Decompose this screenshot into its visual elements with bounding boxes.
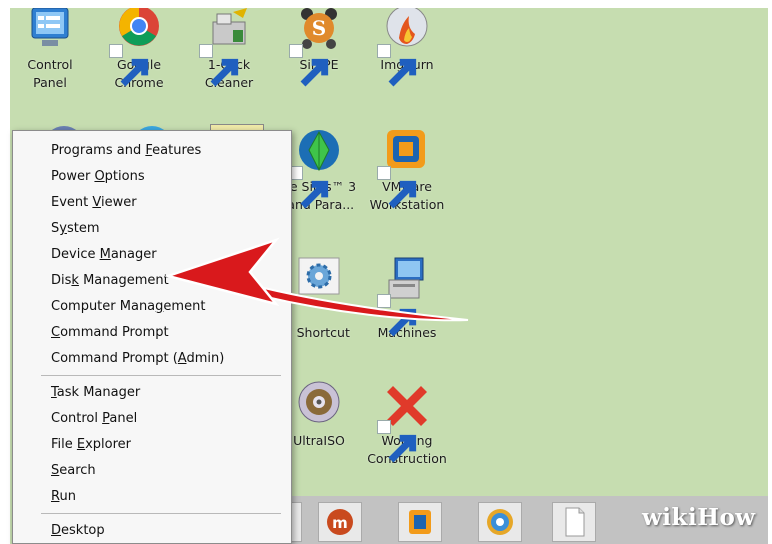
menu-item-disk-management[interactable]: Disk Management (13, 269, 289, 293)
control-panel-icon (31, 8, 69, 46)
shortcut-arrow-icon (377, 166, 417, 209)
menu-item-control-panel[interactable]: Control Panel (13, 407, 289, 431)
taskbar-button-document[interactable] (552, 502, 596, 542)
screenshot: Control Panel Google Chrome 1-Click Clea… (0, 0, 772, 544)
menu-item-search[interactable]: Search (13, 459, 289, 483)
menu-item-computer-management[interactable]: Computer Management (13, 295, 289, 319)
icon-label: Control Panel (27, 57, 73, 90)
shortcut-arrow-icon (377, 294, 417, 337)
menu-item-file-explorer[interactable]: File Explorer (13, 433, 289, 457)
menu-separator (41, 513, 281, 514)
wikihow-watermark: wikiHow (632, 498, 768, 538)
shortcut-arrow-icon (377, 420, 417, 463)
taskbar-button-browser[interactable] (478, 502, 522, 542)
shortcut-arrow-icon (377, 44, 417, 87)
desktop-icon-machines[interactable]: Machines (362, 254, 452, 342)
disc-icon (298, 381, 340, 423)
menu-item-programs-and-features[interactable]: Programs and Features (13, 139, 289, 163)
watermark-text: wikiHow (642, 504, 756, 531)
media-player-icon: m (327, 509, 353, 535)
menu-item-system[interactable]: System (13, 217, 289, 241)
shortcut-arrow-icon (289, 44, 329, 87)
menu-item-command-prompt[interactable]: Command Prompt (13, 321, 289, 345)
menu-separator (41, 375, 281, 376)
taskbar-button-media[interactable]: m (318, 502, 362, 542)
menu-item-desktop[interactable]: Desktop (13, 519, 289, 543)
menu-item-device-manager[interactable]: Device Manager (13, 243, 289, 267)
desktop-icon-1-click-cleaner[interactable]: 1-Click Cleaner (184, 8, 274, 92)
desktop-icon-google-chrome[interactable]: Google Chrome (94, 8, 184, 92)
orange-app-icon (409, 510, 431, 534)
document-icon (565, 507, 585, 537)
desktop-icon-vmware[interactable]: VMware Workstation (362, 126, 452, 214)
menu-item-power-options[interactable]: Power Options (13, 165, 289, 189)
svg-text:S: S (312, 16, 326, 40)
taskbar-button-orange[interactable] (398, 502, 442, 542)
start-context-menu: Programs and Features Power Options Even… (12, 130, 292, 544)
svg-text:m: m (332, 514, 348, 532)
desktop-icon-imgburn[interactable]: ImgBurn (362, 8, 452, 87)
menu-item-run[interactable]: Run (13, 485, 289, 509)
shortcut-arrow-icon (199, 44, 239, 87)
desktop-icon-working-construction[interactable]: Working Construction (362, 380, 452, 468)
desktop-icon-simpe[interactable]: S SimPE (274, 8, 364, 87)
browser-icon (487, 509, 513, 535)
menu-item-task-manager[interactable]: Task Manager (13, 381, 289, 405)
shortcut-arrow-icon (109, 44, 149, 87)
desktop-icon-control-panel[interactable]: Control Panel (10, 8, 95, 92)
gear-icon (298, 257, 340, 295)
menu-item-event-viewer[interactable]: Event Viewer (13, 191, 289, 215)
menu-item-command-prompt-admin[interactable]: Command Prompt (Admin) (13, 347, 289, 371)
